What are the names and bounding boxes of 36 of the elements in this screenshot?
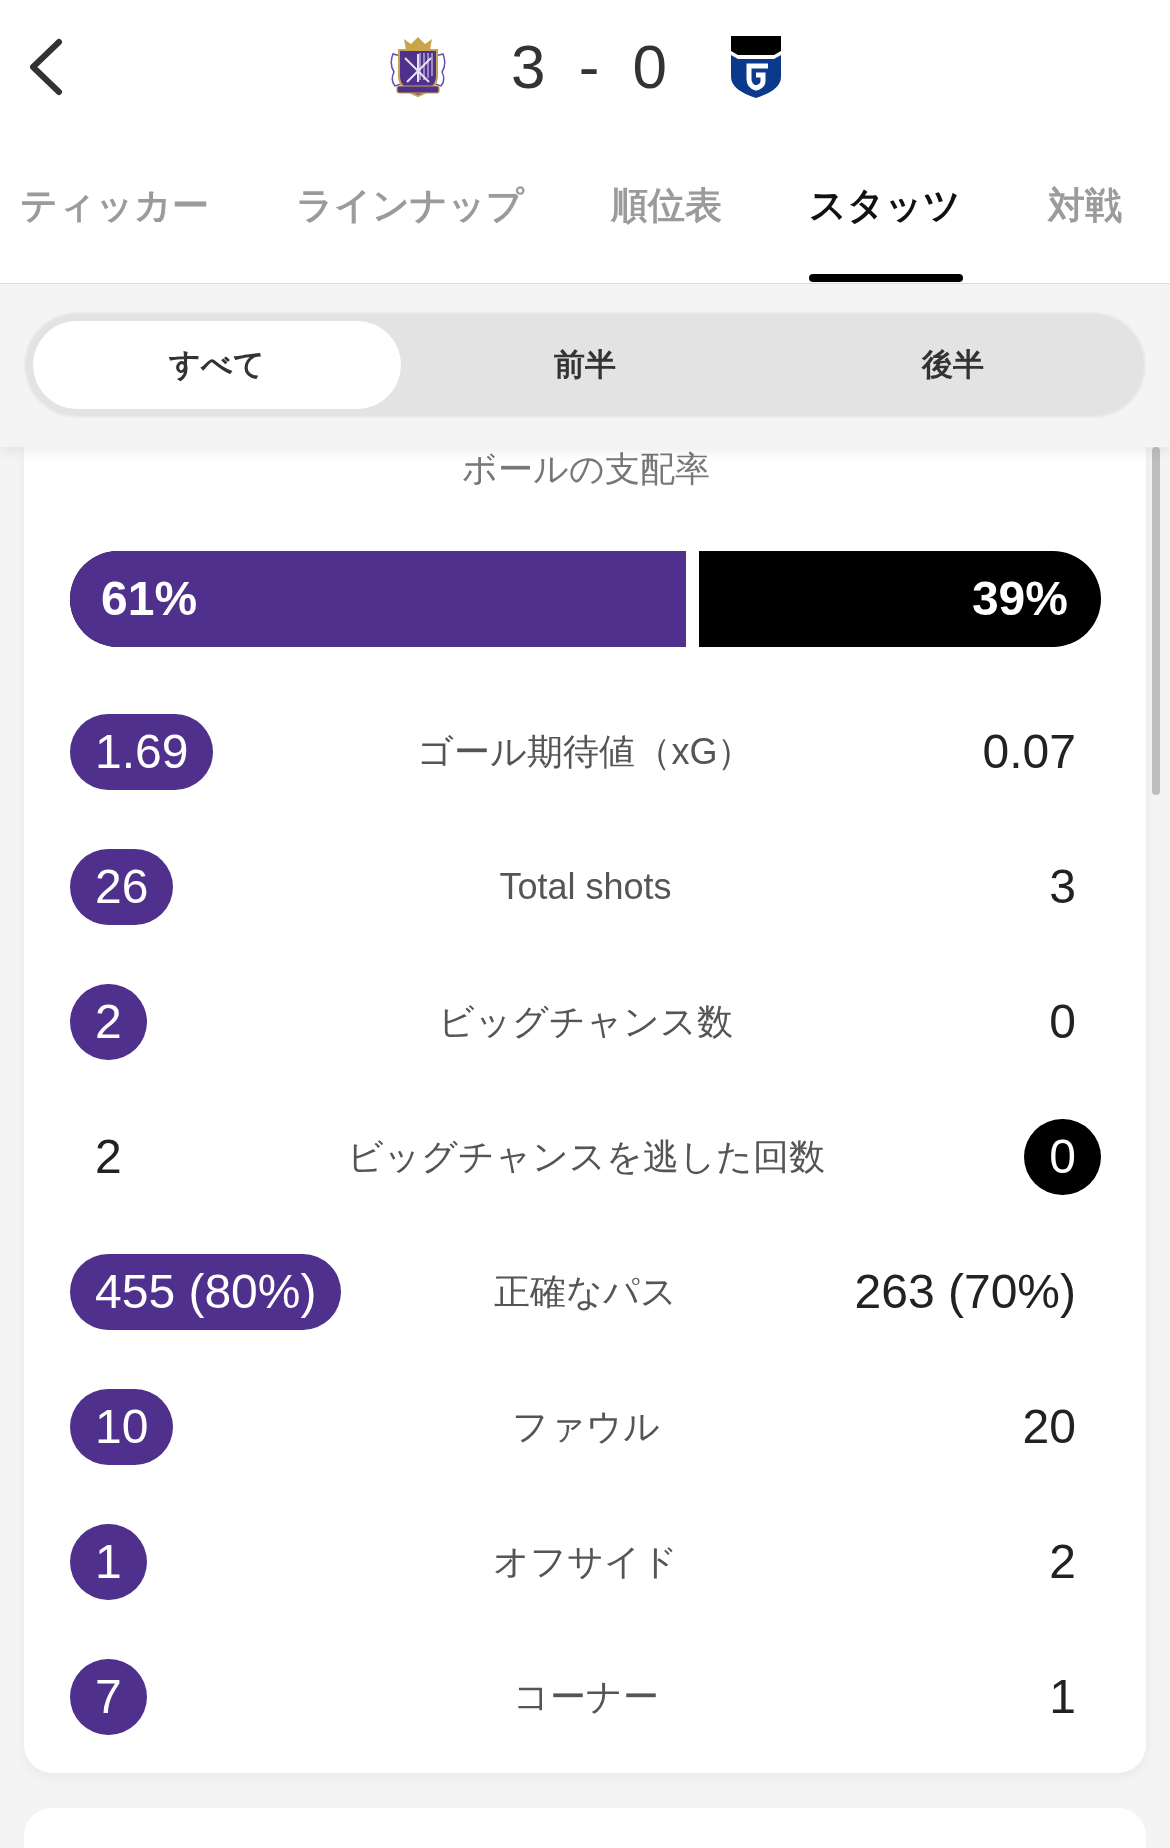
stat-label: コーナー (511, 1674, 660, 1719)
section-title: ボールの支配率 (460, 449, 711, 489)
segment-tab[interactable]: 後半 (769, 321, 1137, 409)
shield-icon (731, 36, 782, 98)
home-value: 26 (70, 848, 174, 925)
away-value: 1 (1048, 1668, 1077, 1725)
away-value: 20 (1021, 1398, 1077, 1455)
away-value: 2 (1048, 1533, 1077, 1590)
away-value: 3 (1048, 858, 1077, 915)
possession-fill: 39% (970, 571, 1069, 627)
segment-tab[interactable]: すべて (33, 321, 401, 409)
away-value: 0.07 (981, 723, 1077, 780)
home-value: 7 (70, 1658, 147, 1735)
crest-icon (388, 36, 447, 98)
tab[interactable]: スタッツ (809, 130, 963, 283)
away-value: 263 (70%) (853, 1263, 1077, 1320)
back-button[interactable] (28, 38, 64, 96)
stat-label: ビッグチャンスを逃した回数 (345, 1134, 826, 1179)
home-value: 455 (80%) (70, 1253, 342, 1330)
home-value: 2 (70, 983, 147, 1060)
home-value: 1 (70, 1523, 147, 1600)
stat-label: ビッグチャンス数 (437, 999, 734, 1044)
away-value: 0 (1048, 993, 1077, 1050)
back-icon (28, 38, 64, 96)
home-value: 1.69 (70, 713, 214, 790)
stat-label: ファウル (510, 1404, 661, 1449)
stat-label: Total shots (498, 864, 673, 909)
home-value: 2 (94, 1128, 123, 1185)
stat-label: 正確なパス (493, 1269, 678, 1314)
stat-label: オフサイド (492, 1539, 679, 1584)
segment-tab[interactable]: 前半 (401, 321, 769, 409)
home-value: 10 (70, 1388, 174, 1465)
away-value: 0 (1024, 1118, 1101, 1195)
score-text: 3 - 0 (510, 36, 668, 98)
stat-label: ゴール期待値（xG） (416, 729, 755, 774)
possession-fill: 61% (70, 551, 699, 647)
